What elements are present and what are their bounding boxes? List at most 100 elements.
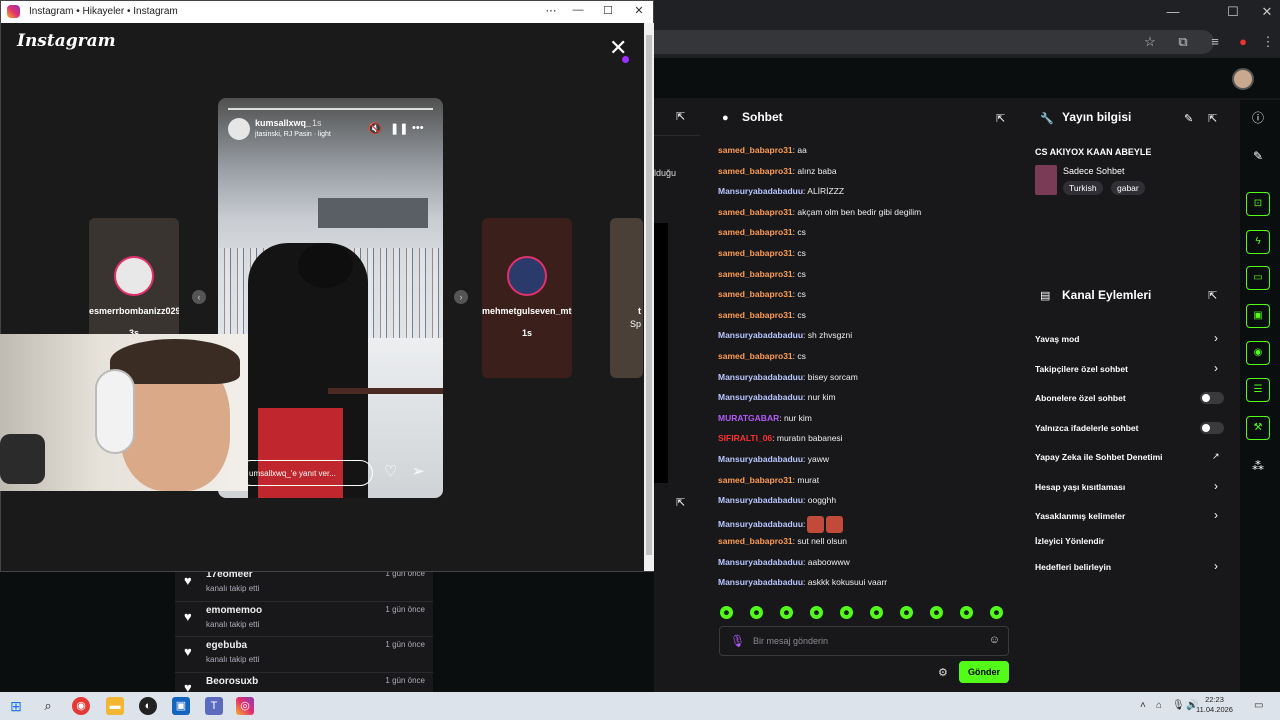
chat-username[interactable]: samed_babapro31 [718, 269, 793, 279]
instagram-taskbar-icon[interactable]: ◎ [236, 697, 254, 715]
chat-username[interactable]: samed_babapro31 [718, 227, 793, 237]
popout-icon[interactable]: ⇱ [996, 112, 1005, 125]
chat-username[interactable]: samed_babapro31 [718, 207, 793, 217]
channel-action-item[interactable]: Yapay Zeka ile Sohbet Denetimi [1035, 452, 1163, 462]
chat-username[interactable]: Mansuryabadabaduu [718, 454, 803, 464]
popout-icon[interactable]: ⇱ [676, 110, 685, 123]
teams-icon[interactable]: T [205, 697, 223, 715]
browser-menu-icon[interactable]: ⋮ [1259, 33, 1277, 51]
external-link-icon[interactable]: ↗ [1212, 451, 1220, 462]
previous-story-arrow-icon[interactable]: ‹ [192, 290, 206, 304]
chat-username[interactable]: Mansuryabadabaduu [718, 577, 803, 587]
channel-action-item[interactable]: Yasaklanmış kelimeler [1035, 511, 1125, 521]
chat-username[interactable]: samed_babapro31 [718, 289, 793, 299]
follower-name[interactable]: Beorosuxb [206, 676, 258, 687]
focus-icon[interactable]: ⊡ [1246, 192, 1270, 216]
browser-minimize-icon[interactable]: — [1164, 3, 1182, 21]
mic-icon[interactable]: 🎙 [1172, 700, 1185, 711]
broadcast-icon[interactable]: ◉ [1246, 341, 1270, 365]
chat-username[interactable]: samed_babapro31 [718, 166, 793, 176]
chat-username[interactable]: samed_babapro31 [718, 310, 793, 320]
scrollbar[interactable] [644, 23, 654, 571]
chat-username[interactable]: SIFIRALTI_06 [718, 433, 772, 443]
chat-username[interactable]: Mansuryabadabaduu [718, 186, 803, 196]
popout-icon[interactable]: ⇱ [676, 496, 685, 509]
taskbar-clock[interactable]: 22:23 11.04.2026 [1196, 695, 1233, 715]
pause-icon[interactable]: ❚❚ [390, 122, 408, 135]
chevron-right-icon[interactable]: › [1214, 508, 1218, 522]
popout-icon[interactable]: ⇱ [1208, 289, 1217, 302]
window-maximize-icon[interactable]: ☐ [598, 4, 618, 17]
channel-action-item[interactable]: Abonelere özel sohbet [1035, 393, 1126, 403]
emote-icon[interactable]: ☻ [840, 606, 853, 619]
scrollbar-thumb[interactable] [646, 35, 652, 555]
popout-icon[interactable]: ⇱ [1208, 112, 1217, 125]
profile-icon[interactable]: ● [1234, 33, 1252, 51]
emote-bar[interactable]: ☻ ☻ ☻ ☻ ☻ ☻ ☻ ☻ ☻ ☻ [720, 606, 1010, 620]
chat-username[interactable]: Mansuryabadabaduu [718, 518, 803, 528]
chat-username[interactable]: samed_babapro31 [718, 145, 793, 155]
chat-username[interactable]: Mansuryabadabaduu [718, 495, 803, 505]
chevron-right-icon[interactable]: › [1214, 559, 1218, 573]
story-preview-right[interactable]: mehmetgulseven_mt07 1s [482, 218, 572, 378]
emote-icon[interactable]: ☻ [780, 606, 793, 619]
story-reply-input[interactable]: umsallxwq_'e yanıt ver... [238, 460, 373, 486]
channel-action-item[interactable]: İzleyici Yönlendir [1035, 536, 1104, 546]
emote-icon[interactable]: ☻ [810, 606, 823, 619]
chevron-right-icon[interactable]: › [1214, 361, 1218, 375]
start-icon[interactable]: ⊞ [7, 697, 25, 715]
apps-icon[interactable]: ⁂ [1246, 454, 1270, 478]
channel-action-item[interactable]: Yavaş mod [1035, 334, 1079, 344]
app-icon[interactable]: ▣ [172, 697, 190, 715]
channel-action-item[interactable]: Takipçilere özel sohbet [1035, 364, 1128, 374]
chat-username[interactable]: Mansuryabadabaduu [718, 392, 803, 402]
story-preview-far-right[interactable]: t Sp [610, 218, 643, 378]
tag-chip[interactable]: Turkish [1063, 181, 1103, 195]
emote-icon[interactable]: ☻ [720, 606, 733, 619]
chrome-icon[interactable]: ◉ [72, 697, 90, 715]
edit-pencil-icon[interactable]: ✎ [1184, 112, 1193, 125]
notification-icon[interactable]: ▭ [1254, 700, 1263, 711]
chat-username[interactable]: samed_babapro31 [718, 248, 793, 258]
pencil-icon[interactable]: ✎ [1246, 144, 1270, 168]
follower-name[interactable]: egebuba [206, 640, 247, 651]
toggle-switch[interactable] [1200, 392, 1224, 404]
chat-username[interactable]: MURATGABAR [718, 413, 779, 423]
bookmark-star-icon[interactable]: ☆ [1141, 33, 1159, 51]
emoji-picker-icon[interactable]: ☺ [989, 634, 1000, 646]
like-heart-icon[interactable]: ♡ [384, 462, 397, 480]
share-send-icon[interactable]: ➢ [412, 462, 425, 480]
chat-settings-gear-icon[interactable]: ⚙ [938, 666, 948, 679]
chat-input-box[interactable]: 🎙 Bir mesaj gönderin ☺ [719, 626, 1009, 656]
chat-icon[interactable]: ▣ [1246, 304, 1270, 328]
channel-action-item[interactable]: Hedefleri belirleyin [1035, 562, 1111, 572]
chat-username[interactable]: samed_babapro31 [718, 536, 793, 546]
user-avatar[interactable] [1232, 68, 1254, 90]
chat-username[interactable]: Mansuryabadabaduu [718, 372, 803, 382]
browser-close-icon[interactable]: ✕ [1258, 3, 1276, 21]
window-menu-icon[interactable]: ⋯ [541, 4, 561, 17]
layers-icon[interactable]: ☰ [1246, 378, 1270, 402]
window-close-icon[interactable]: ✕ [629, 4, 649, 17]
story-music[interactable]: jtasinski, RJ Pasin · light [255, 131, 331, 138]
chevron-right-icon[interactable]: › [1214, 479, 1218, 493]
emote-icon[interactable]: ☻ [930, 606, 943, 619]
channel-action-item[interactable]: Yalnızca ifadelerle sohbet [1035, 423, 1138, 433]
emote-icon[interactable]: ☻ [900, 606, 913, 619]
instagram-logo[interactable]: Instagram [17, 31, 116, 51]
active-story[interactable]: kumsallxwq_ 1s jtasinski, RJ Pasin · lig… [218, 98, 443, 498]
story-user-name[interactable]: kumsallxwq_ [255, 118, 311, 128]
chat-input-placeholder[interactable]: Bir mesaj gönderin [753, 636, 828, 646]
chat-username[interactable]: Mansuryabadabaduu [718, 557, 803, 567]
chevron-right-icon[interactable]: › [1214, 331, 1218, 345]
app-icon[interactable]: ◐ [139, 697, 157, 715]
search-icon[interactable]: ⌕ [39, 697, 57, 715]
tray-chevron-icon[interactable]: ˄ [1140, 700, 1146, 711]
emote-icon[interactable]: ☻ [960, 606, 973, 619]
chat-username[interactable]: Mansuryabadabaduu [718, 330, 803, 340]
lightning-icon[interactable]: ϟ [1246, 230, 1270, 254]
reading-list-icon[interactable]: ≡ [1206, 33, 1224, 51]
emote-icon[interactable]: ☻ [750, 606, 763, 619]
toggle-switch[interactable] [1200, 422, 1224, 434]
wrench-icon[interactable]: ⚒ [1246, 416, 1270, 440]
